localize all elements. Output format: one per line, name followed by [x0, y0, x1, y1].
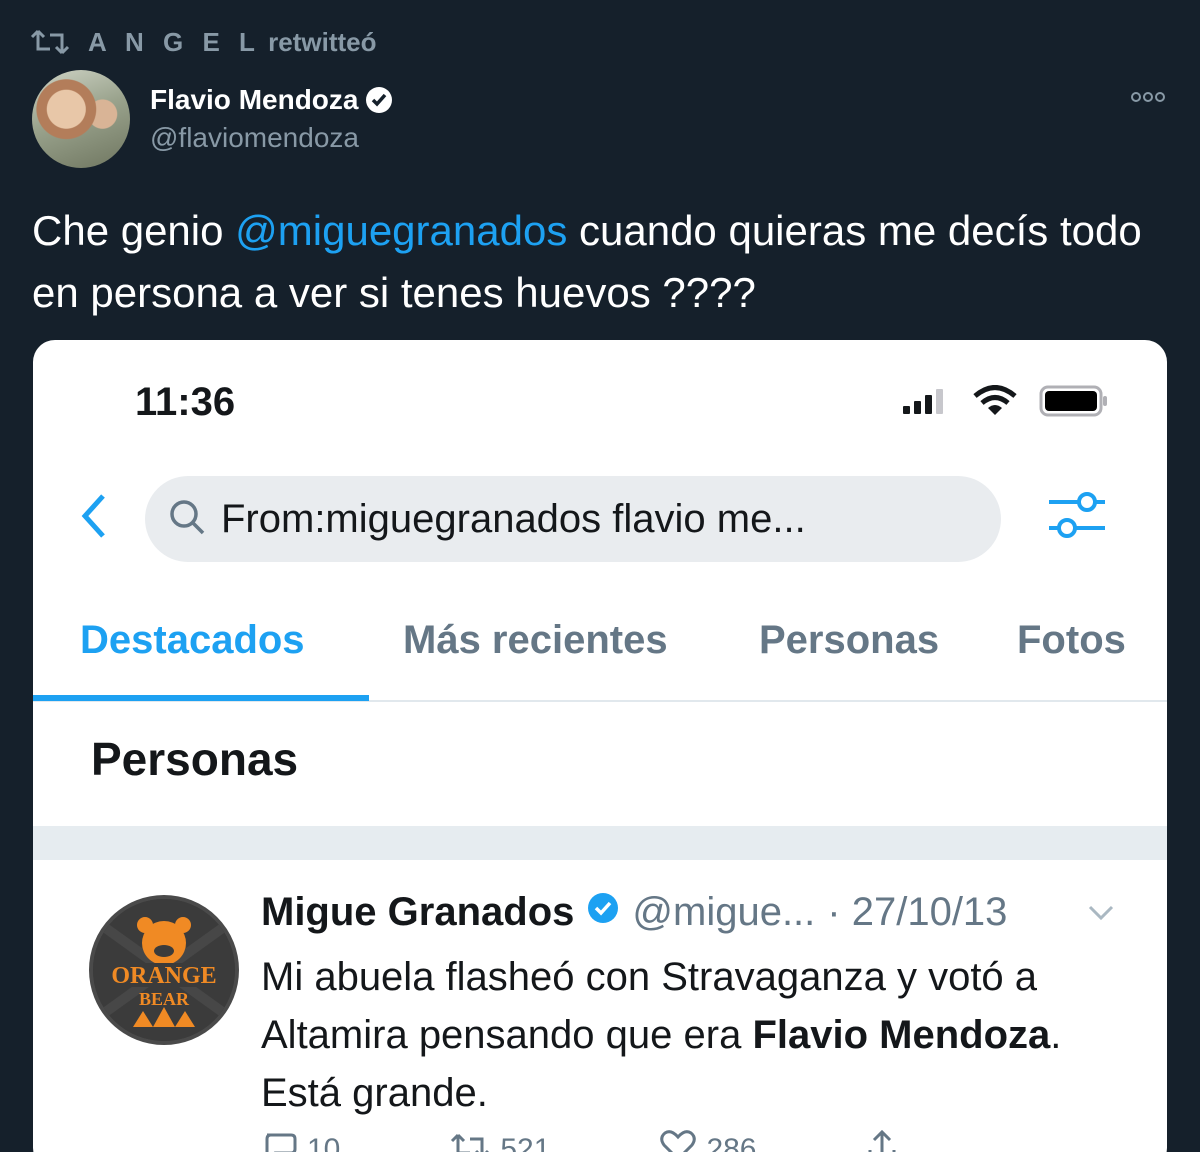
author-handle[interactable]: @flaviomendoza [150, 122, 394, 154]
author-name[interactable]: Flavio Mendoza [150, 84, 358, 116]
inner-tweet-text-bold: Flavio Mendoza [752, 1013, 1051, 1057]
author-avatar[interactable] [32, 70, 130, 168]
retweet-header: A N G E L retwitteó [30, 24, 377, 60]
more-options-icon[interactable] [1130, 86, 1166, 109]
status-bar-icons [901, 384, 1109, 423]
reply-button[interactable]: 10 [261, 1130, 340, 1152]
reply-count: 10 [307, 1133, 341, 1152]
battery-icon [1039, 384, 1109, 423]
inner-tweet-avatar[interactable]: ORANGE BEAR [89, 895, 239, 1045]
tab-fotos[interactable]: Fotos [1017, 618, 1126, 663]
tweet-media-image[interactable]: 11:36 From:miguegranados flavio me... De… [33, 340, 1167, 1152]
active-tab-indicator [33, 695, 369, 701]
heart-icon [660, 1130, 697, 1152]
tweet-text-pre: Che genio [32, 207, 236, 254]
search-filter-icon[interactable] [1045, 488, 1109, 549]
inner-avatar-text-top: ORANGE [111, 963, 216, 989]
retweet-button[interactable]: 521 [450, 1130, 550, 1152]
tab-destacados[interactable]: Destacados [80, 618, 305, 663]
inner-tweet-actions: 10 521 286 [261, 1129, 897, 1152]
inner-tweet-text: Mi abuela flasheó con Stravaganza y votó… [261, 948, 1121, 1122]
search-input[interactable]: From:miguegranados flavio me... [145, 476, 1001, 562]
tweet-text: Che genio @miguegranados cuando quieras … [32, 200, 1172, 324]
signal-icon [901, 386, 951, 421]
search-icon [167, 497, 207, 542]
tab-mas-recientes[interactable]: Más recientes [403, 618, 668, 663]
search-query: From:miguegranados flavio me... [221, 496, 806, 541]
retweet-action-icon [450, 1131, 490, 1152]
retweet-count: 521 [500, 1133, 551, 1152]
inner-tweet-handle[interactable]: @migue... [632, 890, 815, 935]
inner-avatar-text-bottom: BEAR [139, 989, 190, 1009]
retweet-icon [30, 27, 70, 57]
share-button[interactable] [867, 1129, 897, 1152]
retweeter-link[interactable]: A N G E L retwitteó [88, 27, 377, 58]
section-title: Personas [91, 733, 299, 785]
verified-badge-icon [364, 85, 394, 115]
section-divider [33, 826, 1167, 860]
status-bar-time: 11:36 [135, 380, 236, 424]
like-button[interactable]: 286 [660, 1130, 757, 1152]
mention-link[interactable]: @miguegranados [235, 207, 567, 254]
search-tabs: Destacados Más recientes Personas Fotos [33, 600, 1167, 702]
tweet-author: Flavio Mendoza @flaviomendoza [32, 70, 394, 168]
inner-tweet-header: Migue Granados @migue... · 27/10/13 [261, 890, 1007, 935]
wifi-icon [973, 385, 1017, 422]
inner-tweet-date: · 27/10/13 [827, 890, 1008, 934]
chevron-down-icon[interactable] [1087, 904, 1115, 927]
like-count: 286 [706, 1133, 757, 1152]
inner-tweet-name[interactable]: Migue Granados [261, 890, 574, 935]
inner-verified-icon [586, 890, 620, 935]
back-chevron-icon[interactable] [79, 492, 109, 545]
share-icon [867, 1129, 897, 1152]
tab-personas[interactable]: Personas [759, 618, 939, 663]
reply-icon [261, 1131, 297, 1152]
